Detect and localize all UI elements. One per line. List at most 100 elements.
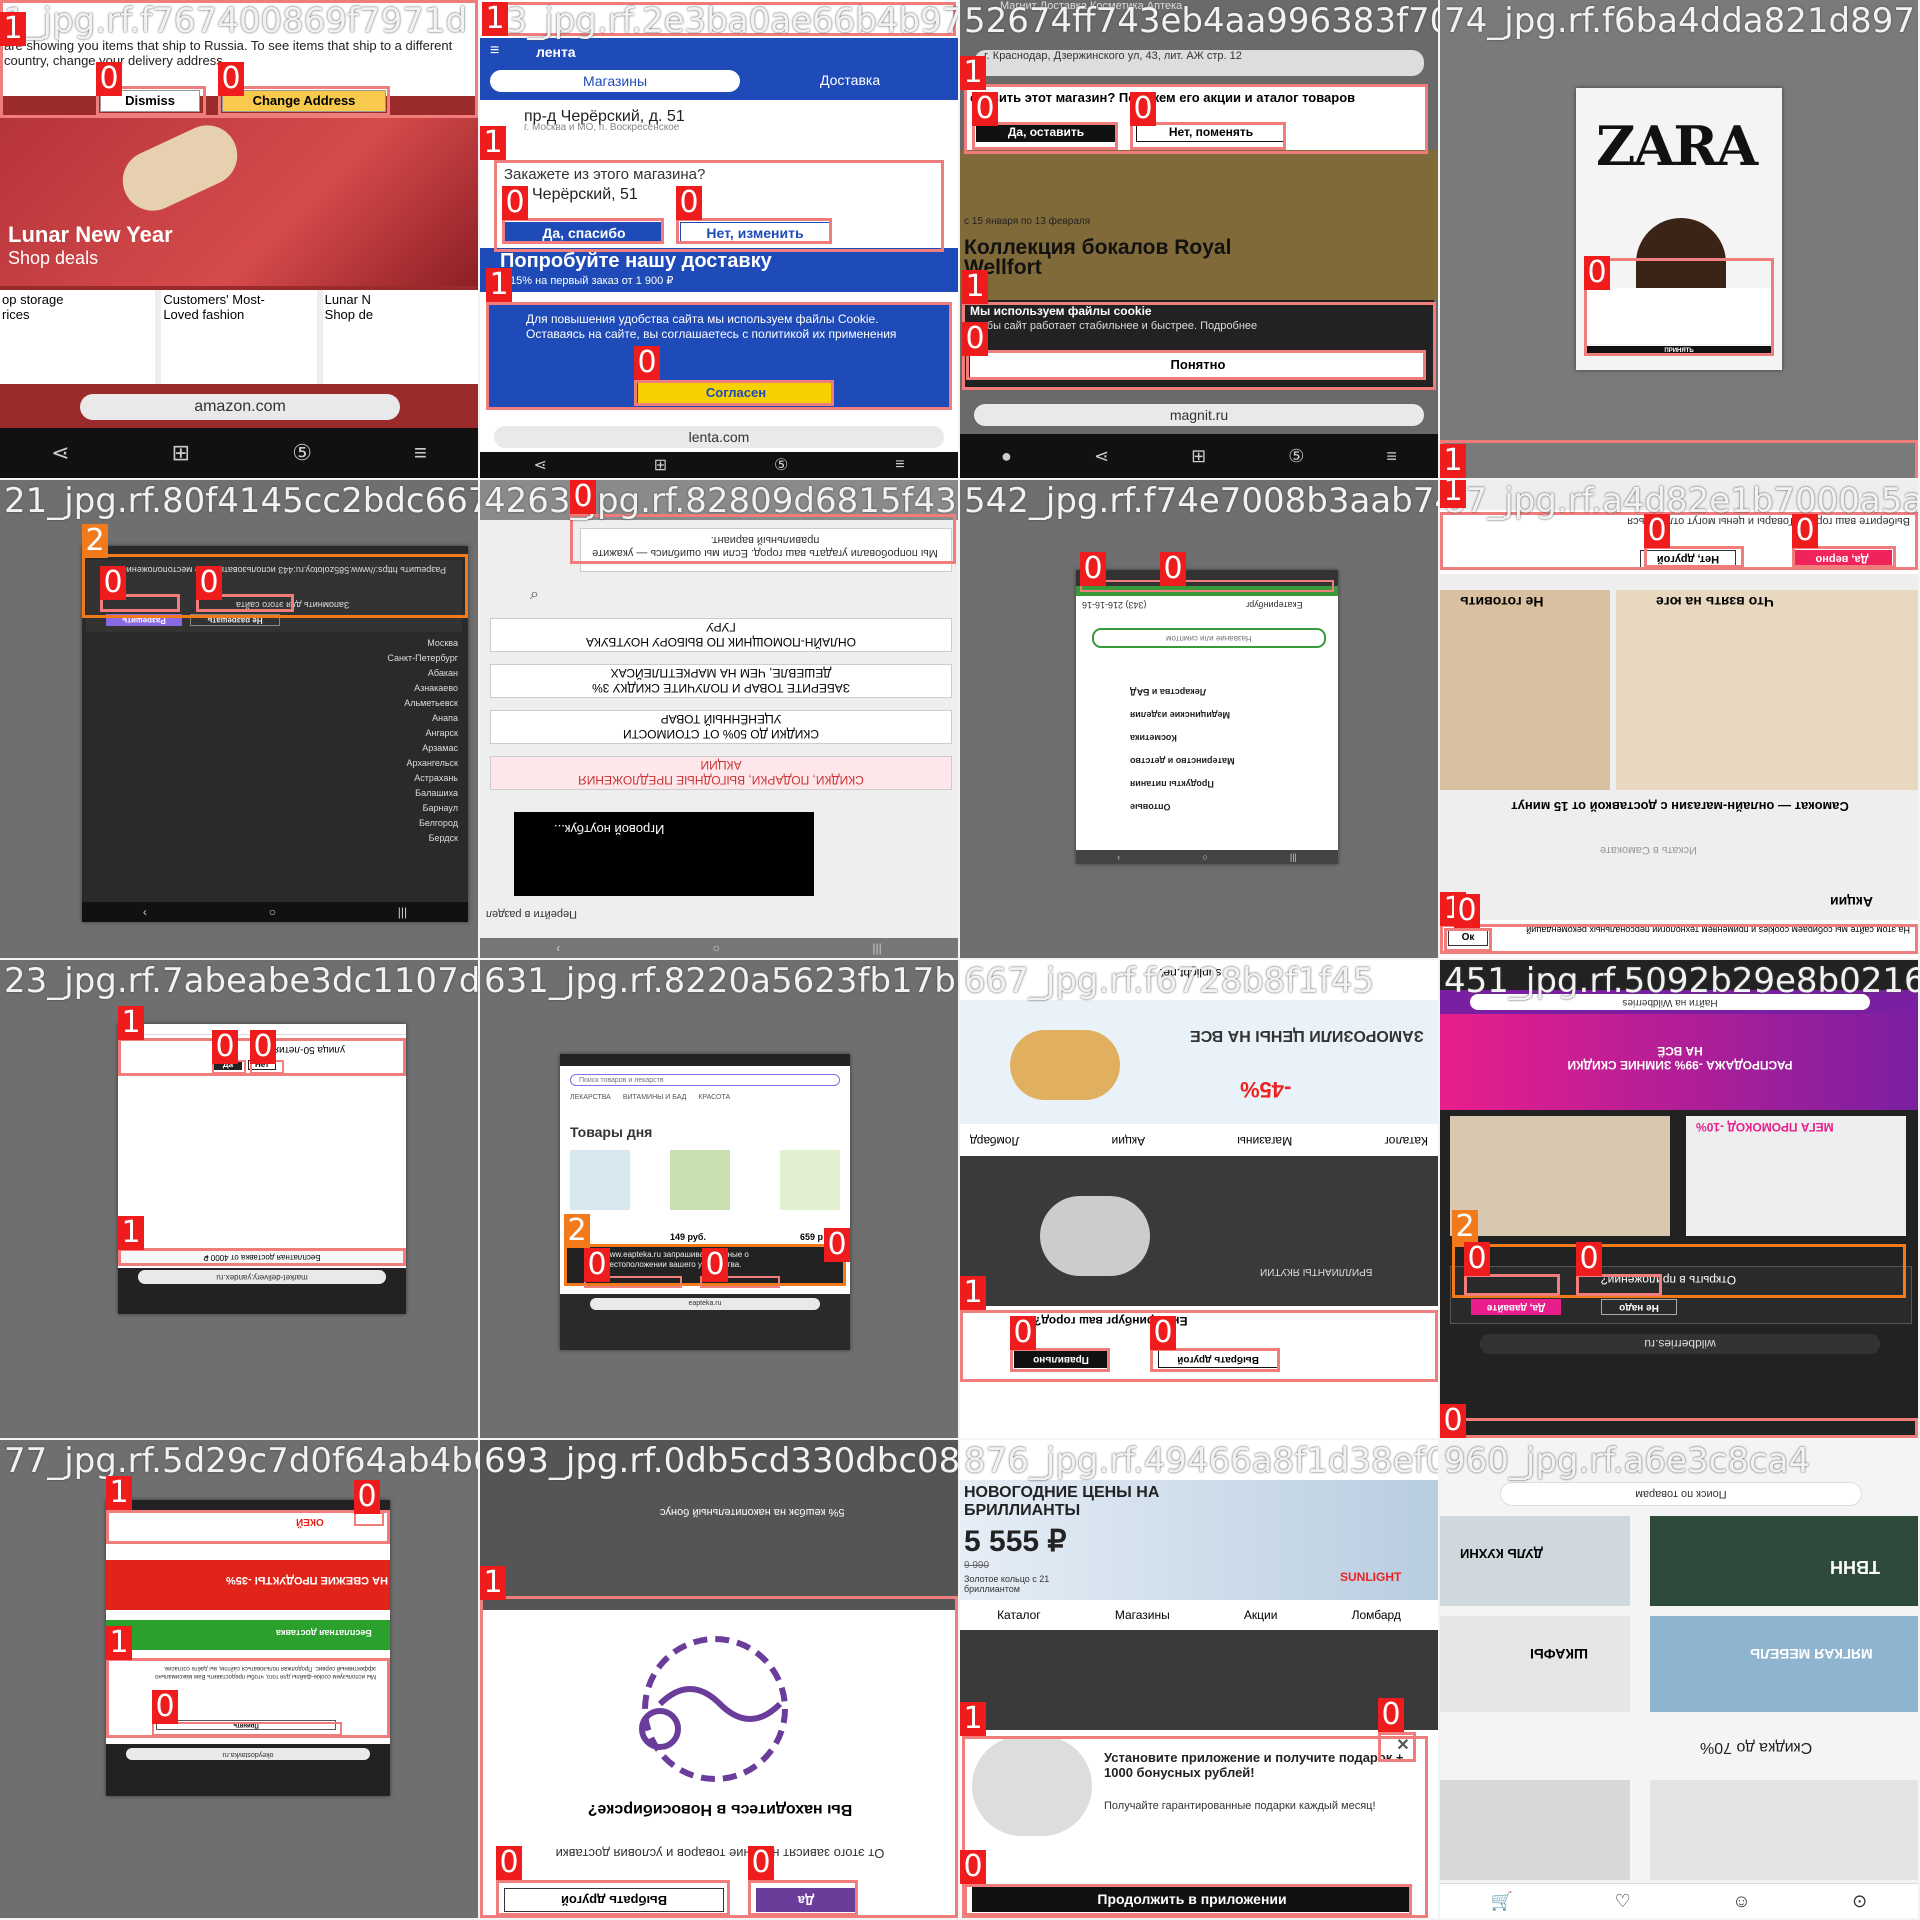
- tab-shops[interactable]: Магазины: [1115, 1608, 1170, 1622]
- video-player[interactable]: Игровой ноутбук...: [514, 812, 814, 896]
- promo-cheaper[interactable]: ДЕШЕВЛЕ, ЧЕМ НА МАРКЕТПЛЕЙСАХ ЗАБЕРИТЕ Т…: [490, 664, 952, 698]
- deal-card[interactable]: op storage rices: [0, 290, 156, 384]
- tab-shops[interactable]: Магазины: [1237, 1134, 1292, 1148]
- category-card[interactable]: Не готовить: [1440, 590, 1610, 790]
- search-input[interactable]: Название или симптом: [1092, 628, 1326, 648]
- product-card[interactable]: МЕГА ПРОМОКОД -10%: [1686, 1116, 1906, 1236]
- new-tab-icon[interactable]: ⊞: [654, 455, 667, 475]
- city-selector[interactable]: Екатеринбург: [1246, 600, 1303, 610]
- product-image[interactable]: [780, 1150, 840, 1210]
- tab-promotions[interactable]: Акции: [1244, 1608, 1278, 1622]
- url-bar[interactable]: magnit.ru: [974, 404, 1424, 426]
- menu-icon[interactable]: ≡: [1386, 446, 1397, 467]
- phone-number[interactable]: (343) 216-16-16: [1082, 600, 1147, 610]
- url-bar[interactable]: eapteka.ru: [590, 1298, 820, 1310]
- category-card[interactable]: ДУЛЬ КУХНИ: [1440, 1516, 1630, 1606]
- city-item[interactable]: Архангельск: [238, 756, 458, 771]
- search-icon[interactable]: ⌕: [530, 586, 539, 604]
- promo-banner[interactable]: РАСПРОДАЖА -99% ЗИМНИЕ СКИДКИ НА ВСЁ: [1440, 1014, 1918, 1110]
- back-icon[interactable]: ‹: [143, 905, 147, 919]
- menu-item[interactable]: Медицинские изделия: [1130, 703, 1330, 726]
- city-item[interactable]: Санкт-Петербург: [238, 651, 458, 666]
- assistant-icon[interactable]: ●: [1001, 446, 1012, 467]
- confirm-button[interactable]: Да, давайте: [1471, 1299, 1561, 1315]
- delivery-banner[interactable]: Бесплатная доставка: [106, 1620, 390, 1650]
- address-bar[interactable]: г. Краснодар, Дзержинского ул, 43, лит. …: [974, 50, 1424, 76]
- city-item[interactable]: Астрахань: [238, 771, 458, 786]
- menu-item[interactable]: Продукты питания: [1130, 772, 1330, 795]
- search-placeholder[interactable]: Искать в Самокате: [1600, 844, 1697, 856]
- city-item[interactable]: Альметьевск: [238, 696, 458, 711]
- cart-icon[interactable]: 🛒: [1491, 1891, 1513, 1912]
- share-icon[interactable]: ⋖: [1094, 446, 1109, 467]
- tabs-count-icon[interactable]: ⑤: [774, 455, 788, 475]
- menu-icon[interactable]: ≡: [895, 456, 904, 474]
- promo-sales[interactable]: АКЦИИ СКИДКИ, ПОДАРКИ, ВЫГОДНЫЕ ПРЕДЛОЖЕ…: [490, 756, 952, 790]
- product-hero[interactable]: [960, 1630, 1438, 1730]
- catalog-icon[interactable]: ⊙: [1852, 1891, 1867, 1912]
- product-image[interactable]: [670, 1150, 730, 1210]
- tab-pawnshop[interactable]: Ломбард: [1352, 1608, 1401, 1622]
- share-icon[interactable]: ⋖: [533, 455, 546, 475]
- search-input[interactable]: Поиск товаров и лекарств: [570, 1074, 840, 1086]
- tab-medicines[interactable]: ЛЕКАРСТВА: [570, 1094, 611, 1101]
- product-image[interactable]: [570, 1150, 630, 1210]
- city-item[interactable]: Ангарск: [238, 726, 458, 741]
- tabs-count-icon[interactable]: ⑤: [1288, 446, 1304, 467]
- tab-shops[interactable]: Магазины: [490, 70, 740, 92]
- tab-beauty[interactable]: КРАСОТА: [698, 1094, 730, 1101]
- profile-icon[interactable]: ☺: [1732, 1891, 1750, 1912]
- recents-icon[interactable]: |||: [872, 941, 881, 955]
- url-bar[interactable]: wildberries.ru: [1480, 1334, 1880, 1354]
- menu-item[interactable]: Лекарства и БАД: [1130, 680, 1330, 703]
- city-item[interactable]: Белгород: [238, 816, 458, 831]
- favorites-icon[interactable]: ♡: [1615, 1891, 1631, 1912]
- menu-icon[interactable]: ≡: [414, 440, 427, 466]
- url-bar[interactable]: okeydostavka.ru: [126, 1748, 370, 1760]
- promo-guru[interactable]: ГУРУ ОНЛАЙН-ПОМОЩНИК ПО ВЫБОРУ НОУТБУКА: [490, 618, 952, 652]
- city-item[interactable]: Балашиха: [238, 786, 458, 801]
- tabs-count-icon[interactable]: ⑤: [292, 440, 312, 466]
- tab-vitamins[interactable]: ВИТАМИНЫ И БАД: [623, 1094, 687, 1101]
- new-tab-icon[interactable]: ⊞: [172, 440, 190, 466]
- recents-icon[interactable]: |||: [1290, 852, 1297, 862]
- city-item[interactable]: Абакан: [238, 666, 458, 681]
- back-icon[interactable]: ‹: [1117, 852, 1120, 862]
- hamburger-icon[interactable]: ≡: [490, 42, 499, 60]
- deal-card[interactable]: Lunar N Shop de: [322, 290, 478, 384]
- promo-banner[interactable]: ЗАМОРОЗИЛИ ЦЕНЫ НА ВСЕ -45%: [960, 1000, 1438, 1124]
- category-card[interactable]: Что взять на юге: [1616, 590, 1918, 790]
- city-item[interactable]: Москва: [238, 636, 458, 651]
- promo-banner[interactable]: НА СВЕЖИЕ ПРОДУКТЫ -35%: [106, 1560, 390, 1610]
- url-bar[interactable]: market-delivery.yandex.ru: [138, 1270, 386, 1284]
- back-icon[interactable]: ‹: [556, 941, 560, 955]
- city-item[interactable]: Барнаул: [238, 801, 458, 816]
- tab-delivery[interactable]: Доставка: [820, 72, 880, 88]
- url-bar[interactable]: amazon.com: [80, 394, 400, 420]
- city-item[interactable]: Анапа: [238, 711, 458, 726]
- promo-banner[interactable]: НОВОГОДНИЕ ЦЕНЫ НА БРИЛЛИАНТЫ 5 555 ₽ 9 …: [960, 1480, 1438, 1600]
- home-icon[interactable]: ○: [713, 941, 720, 955]
- category-card[interactable]: ШКАФЫ: [1440, 1616, 1630, 1712]
- city-item[interactable]: Бердск: [238, 831, 458, 846]
- home-icon[interactable]: ○: [269, 905, 276, 919]
- menu-item[interactable]: Оптовые: [1130, 795, 1330, 818]
- menu-item[interactable]: Косметика: [1130, 726, 1330, 749]
- tab-catalog[interactable]: Каталог: [997, 1608, 1041, 1622]
- city-item[interactable]: Арзамас: [238, 741, 458, 756]
- section-link[interactable]: Перейти в раздел: [486, 908, 577, 920]
- product-card[interactable]: [1440, 1780, 1630, 1880]
- category-card[interactable]: МЯГКАЯ МЕБЕЛЬ: [1650, 1616, 1918, 1712]
- deal-card[interactable]: Customers' Most- Loved fashion: [161, 290, 317, 384]
- share-icon[interactable]: ⋖: [51, 440, 69, 466]
- category-card[interactable]: ТВНН: [1650, 1516, 1918, 1606]
- search-input[interactable]: Поиск по товарам: [1500, 1482, 1862, 1506]
- city-item[interactable]: Азнакаево: [238, 681, 458, 696]
- product-card[interactable]: [1450, 1116, 1670, 1236]
- product-hero[interactable]: БРИЛЛИАНТЫ ЯКУТИИ: [960, 1156, 1438, 1306]
- tab-pawnshop[interactable]: Ломбард: [970, 1134, 1019, 1148]
- promo-discount[interactable]: УЦЕНЁННЫЙ ТОВАР СКИДКИ ДО 50% ОТ СТОИМОС…: [490, 710, 952, 744]
- home-icon[interactable]: ○: [1202, 852, 1207, 862]
- tab-catalog[interactable]: Каталог: [1384, 1134, 1428, 1148]
- tab-promotions[interactable]: Акции: [1112, 1134, 1146, 1148]
